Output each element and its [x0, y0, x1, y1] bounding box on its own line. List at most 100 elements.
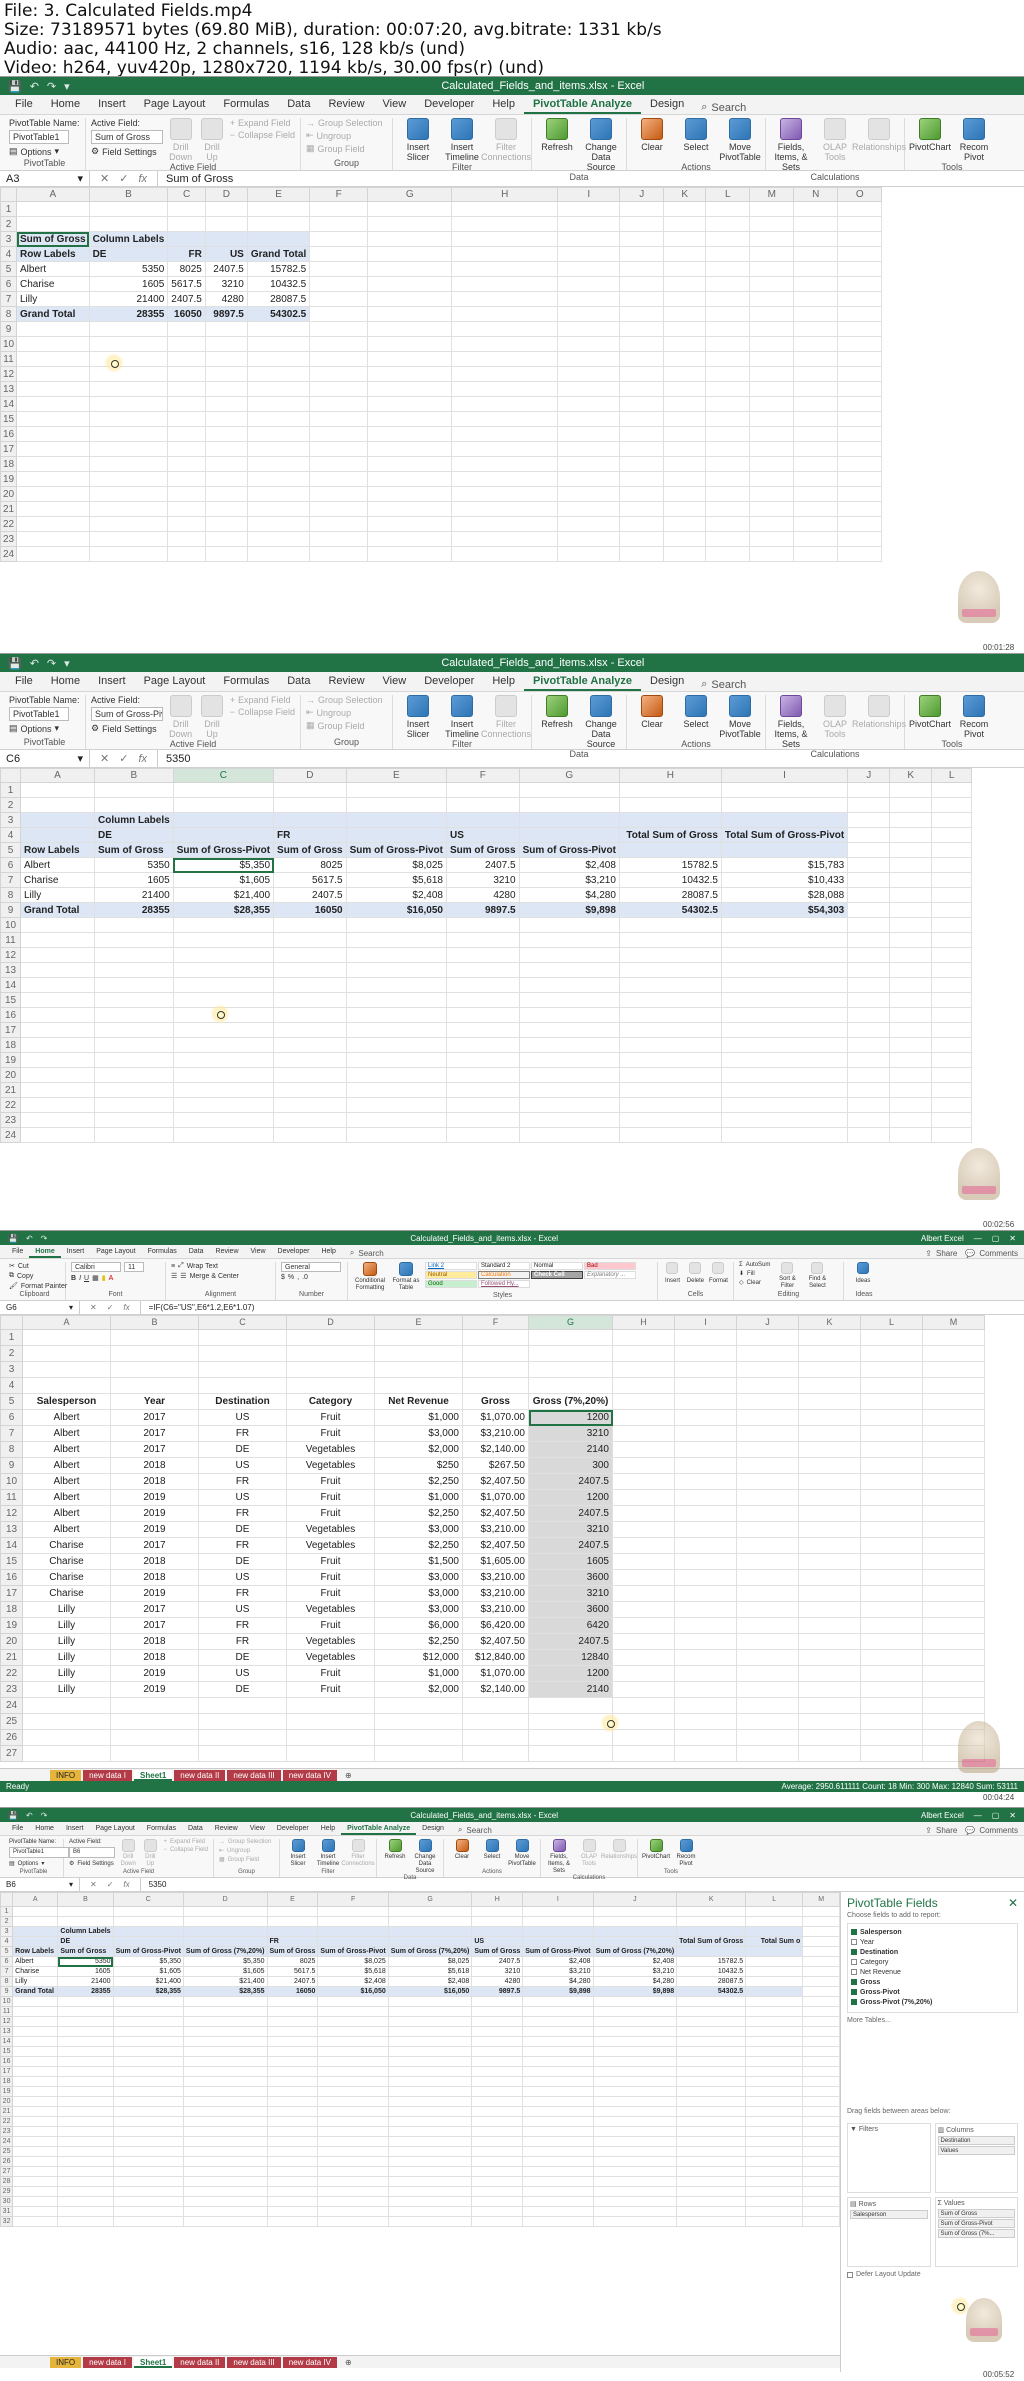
pivot-value[interactable]: $5,618: [317, 1966, 389, 1977]
cell[interactable]: [112, 2216, 184, 2227]
cell[interactable]: [167, 546, 206, 562]
cell[interactable]: [387, 2106, 473, 2117]
cell[interactable]: [720, 842, 849, 858]
cell[interactable]: [367, 486, 453, 502]
cell[interactable]: [557, 201, 621, 217]
search-box[interactable]: ⌕ Search: [458, 1825, 492, 1835]
cell[interactable]: [112, 1926, 184, 1937]
data-cell[interactable]: Albert: [22, 1473, 111, 1490]
row-header[interactable]: 9: [0, 321, 17, 337]
cell[interactable]: [847, 932, 891, 948]
pivot-value[interactable]: 5617.5: [266, 1966, 319, 1977]
cell[interactable]: [16, 426, 90, 442]
cell[interactable]: [16, 516, 90, 532]
cell[interactable]: [705, 351, 751, 367]
menu-file[interactable]: File: [6, 96, 42, 114]
cell[interactable]: [266, 2186, 319, 2197]
cell[interactable]: [88, 471, 169, 487]
cell[interactable]: [367, 201, 453, 217]
row-header[interactable]: 21: [0, 2106, 14, 2117]
cell[interactable]: [736, 1361, 799, 1378]
cell[interactable]: [286, 1713, 375, 1730]
cell[interactable]: [451, 246, 559, 262]
cell[interactable]: [266, 2116, 319, 2127]
cell[interactable]: [860, 1489, 923, 1506]
group-field-button[interactable]: ▦ Group Field: [306, 720, 387, 731]
cell[interactable]: [705, 246, 751, 262]
cell[interactable]: [522, 2206, 594, 2217]
cell[interactable]: [387, 2216, 473, 2227]
maximize-icon[interactable]: ▢: [992, 1811, 1000, 1820]
cell[interactable]: [309, 501, 369, 517]
cell[interactable]: [736, 1505, 799, 1522]
cell[interactable]: [367, 546, 453, 562]
cell[interactable]: [674, 1409, 737, 1426]
cell[interactable]: [167, 201, 206, 217]
pivot-value[interactable]: $21,400: [112, 1976, 184, 1987]
sort-filter-button[interactable]: Sort & Filter: [774, 1262, 800, 1290]
cell[interactable]: [273, 992, 347, 1008]
cell[interactable]: [736, 1633, 799, 1650]
data-cell[interactable]: 2018: [110, 1569, 199, 1586]
cell[interactable]: [931, 842, 973, 858]
pivot-value[interactable]: $2,408: [345, 887, 447, 903]
cell[interactable]: [462, 1377, 529, 1394]
data-cell[interactable]: 2017: [110, 1537, 199, 1554]
total-head[interactable]: Total Sum of Gross: [676, 1936, 747, 1947]
cell[interactable]: [557, 276, 621, 292]
active-field-input[interactable]: Sum of Gross: [91, 130, 163, 144]
undo-icon[interactable]: ↶: [26, 1811, 33, 1820]
table-header[interactable]: Destination: [198, 1393, 287, 1410]
cell[interactable]: [167, 366, 206, 382]
column-header[interactable]: D: [286, 1315, 375, 1330]
cell[interactable]: [612, 1537, 675, 1554]
cell[interactable]: [674, 1745, 737, 1762]
cell[interactable]: [802, 1946, 840, 1957]
cell[interactable]: [612, 1553, 675, 1570]
cell[interactable]: [273, 1127, 347, 1143]
cell[interactable]: [847, 827, 891, 843]
cell[interactable]: [745, 2146, 804, 2157]
cell[interactable]: [57, 2216, 114, 2227]
cell[interactable]: [309, 531, 369, 547]
data-cell[interactable]: 2407.5: [528, 1537, 613, 1554]
style-link[interactable]: Link 2: [425, 1262, 477, 1270]
cell[interactable]: [618, 1112, 722, 1128]
cell[interactable]: [88, 396, 169, 412]
borders-icon[interactable]: ▦: [92, 1274, 99, 1282]
cell[interactable]: [12, 1936, 59, 1947]
cell[interactable]: [860, 1393, 923, 1410]
ideas-button[interactable]: Ideas: [849, 1262, 877, 1286]
grand-total-value[interactable]: 16050: [167, 306, 206, 322]
cell[interactable]: [931, 1067, 973, 1083]
cell[interactable]: [749, 366, 795, 382]
cell[interactable]: [931, 857, 973, 873]
cell[interactable]: [860, 1729, 923, 1746]
cell[interactable]: [266, 2096, 319, 2107]
fx-icon[interactable]: fx: [138, 753, 147, 765]
cell[interactable]: [112, 1936, 184, 1947]
cell[interactable]: [204, 216, 248, 232]
data-cell[interactable]: $1,605.00: [462, 1553, 529, 1570]
data-cell[interactable]: $12,840.00: [462, 1649, 529, 1666]
cell[interactable]: [802, 1976, 840, 1987]
row-header[interactable]: 3: [0, 1926, 14, 1937]
cell[interactable]: [619, 456, 665, 472]
cell[interactable]: [663, 366, 707, 382]
enter-icon[interactable]: ✓: [107, 1880, 114, 1889]
cell[interactable]: [22, 1697, 111, 1714]
sub-header[interactable]: Sum of Gross-Pivot: [112, 1946, 184, 1957]
row-header[interactable]: 32: [0, 2216, 14, 2227]
cell[interactable]: [387, 2136, 473, 2147]
row-header[interactable]: 20: [0, 1633, 23, 1650]
cell[interactable]: [20, 947, 95, 963]
cell[interactable]: [16, 381, 90, 397]
change-data-source-button[interactable]: Change Data Source: [581, 695, 621, 749]
cell[interactable]: [837, 396, 883, 412]
data-cell[interactable]: 2018: [110, 1633, 199, 1650]
cell[interactable]: [112, 1906, 184, 1917]
cell[interactable]: [374, 1697, 463, 1714]
cell[interactable]: [110, 1713, 199, 1730]
cell[interactable]: [736, 1393, 799, 1410]
cell[interactable]: [345, 812, 447, 828]
